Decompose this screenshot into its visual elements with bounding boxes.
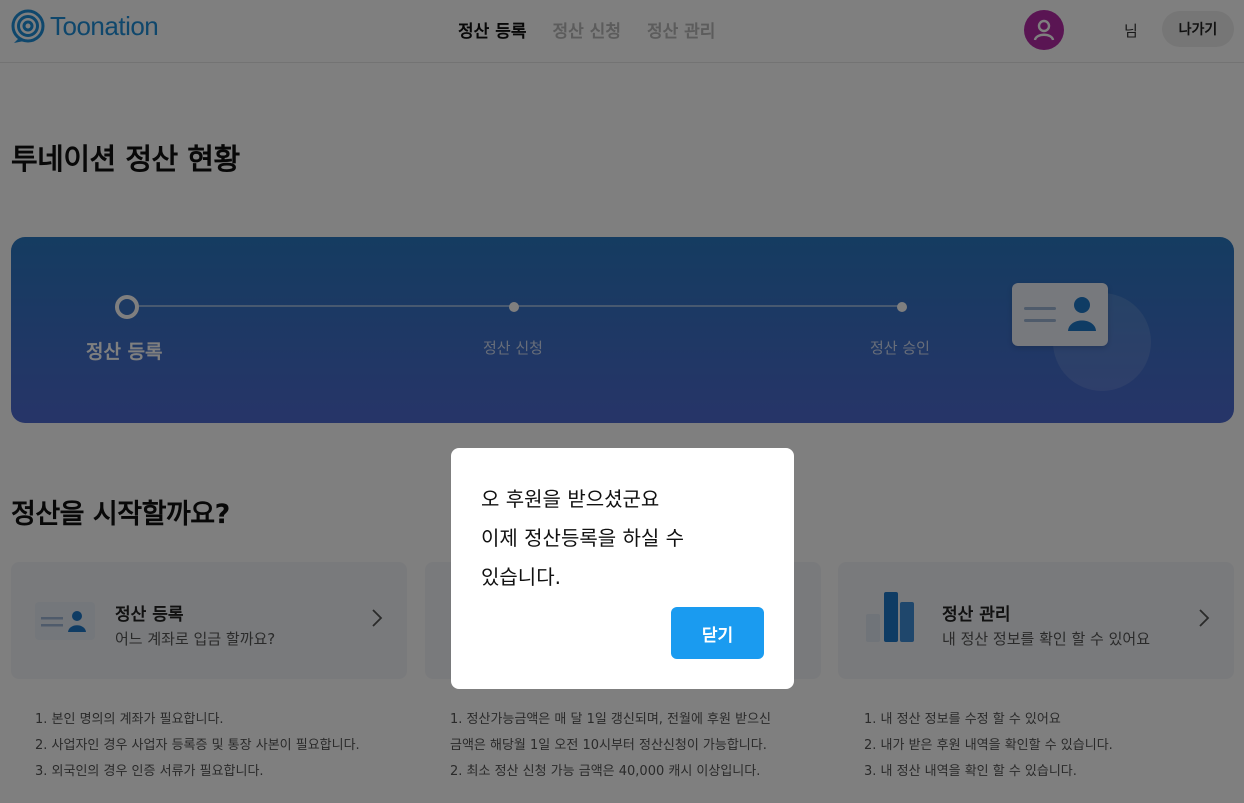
modal-message-line: 이제 정산등록을 하실 수 xyxy=(481,526,685,550)
alert-modal: 오 후원을 받으셨군요 이제 정산등록을 하실 수 있습니다. 닫기 xyxy=(451,448,794,689)
modal-message-line: 오 후원을 받으셨군요 xyxy=(481,487,660,511)
modal-message: 오 후원을 받으셨군요 이제 정산등록을 하실 수 있습니다. xyxy=(481,480,771,597)
modal-message-line: 있습니다. xyxy=(481,565,561,589)
close-button[interactable]: 닫기 xyxy=(671,607,764,659)
